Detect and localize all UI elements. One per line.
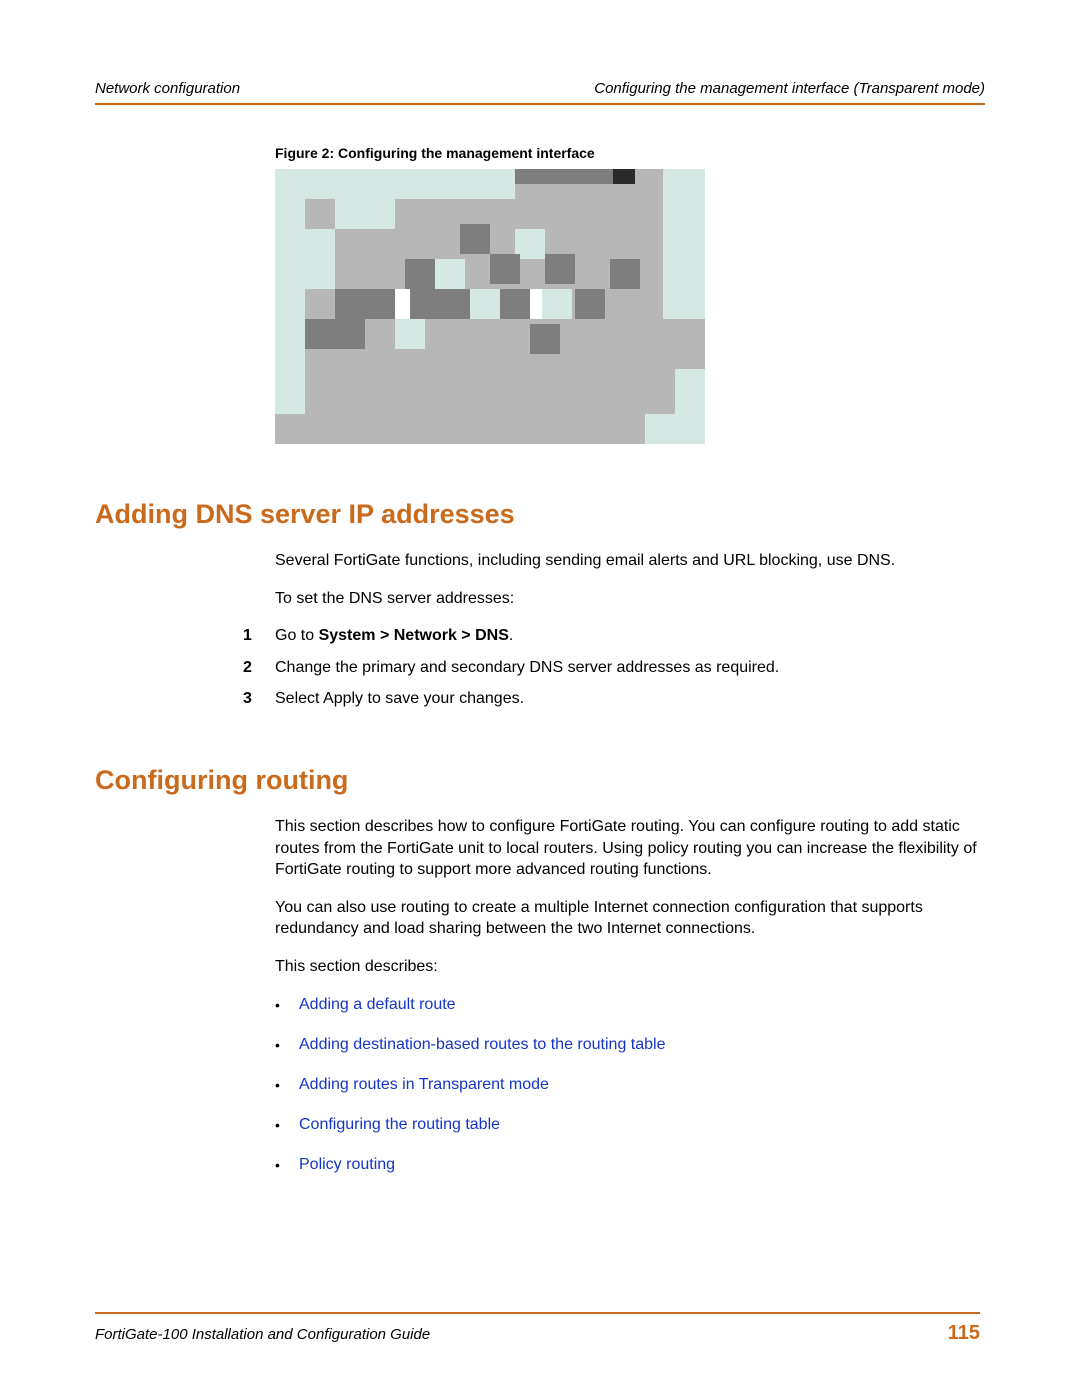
link-default-route[interactable]: Adding a default route — [299, 994, 456, 1016]
routing-p3: This section describes: — [275, 956, 985, 978]
bullet-icon: • — [275, 994, 299, 1016]
step-text: Select Apply to save your changes. — [275, 688, 985, 710]
header-left: Network configuration — [95, 80, 240, 97]
routing-links: • Adding a default route • Adding destin… — [275, 994, 985, 1176]
bullet-icon: • — [275, 1074, 299, 1096]
link-policy-routing[interactable]: Policy routing — [299, 1154, 395, 1176]
link-routing-table[interactable]: Configuring the routing table — [299, 1114, 500, 1136]
link-transparent-routes[interactable]: Adding routes in Transparent mode — [299, 1074, 549, 1096]
step-2: 2 Change the primary and secondary DNS s… — [275, 657, 985, 679]
routing-p1: This section describes how to configure … — [275, 816, 985, 881]
figure-caption: Figure 2: Configuring the management int… — [275, 145, 985, 161]
list-item: • Adding destination-based routes to the… — [275, 1034, 985, 1056]
content: Figure 2: Configuring the management int… — [95, 105, 985, 1176]
step-post: . — [509, 627, 513, 644]
step-text: Go to System > Network > DNS. — [275, 625, 985, 647]
figure-image — [275, 169, 705, 444]
heading-routing: Configuring routing — [95, 765, 985, 796]
list-item: • Policy routing — [275, 1154, 985, 1176]
bullet-icon: • — [275, 1114, 299, 1136]
page-header: Network configuration Configuring the ma… — [95, 80, 985, 105]
step-number: 1 — [243, 625, 275, 647]
page-footer: FortiGate-100 Installation and Configura… — [95, 1312, 980, 1345]
step-number: 2 — [243, 657, 275, 679]
routing-body: This section describes how to configure … — [275, 816, 985, 1176]
list-item: • Adding a default route — [275, 994, 985, 1016]
header-right: Configuring the management interface (Tr… — [594, 80, 985, 97]
page-number: 115 — [948, 1322, 980, 1345]
step-text: Change the primary and secondary DNS ser… — [275, 657, 985, 679]
bullet-icon: • — [275, 1034, 299, 1056]
figure-block: Figure 2: Configuring the management int… — [275, 145, 985, 444]
heading-dns: Adding DNS server IP addresses — [95, 499, 985, 530]
link-destination-routes[interactable]: Adding destination-based routes to the r… — [299, 1034, 665, 1056]
step-pre: Go to — [275, 627, 319, 644]
dns-body: Several FortiGate functions, including s… — [275, 550, 985, 710]
page: Network configuration Configuring the ma… — [0, 0, 1080, 1397]
list-item: • Adding routes in Transparent mode — [275, 1074, 985, 1096]
dns-lead: To set the DNS server addresses: — [275, 588, 985, 610]
dns-steps: 1 Go to System > Network > DNS. 2 Change… — [275, 625, 985, 710]
bullet-icon: • — [275, 1154, 299, 1176]
footer-title: FortiGate-100 Installation and Configura… — [95, 1326, 430, 1343]
dns-intro: Several FortiGate functions, including s… — [275, 550, 985, 572]
step-number: 3 — [243, 688, 275, 710]
routing-p2: You can also use routing to create a mul… — [275, 897, 985, 940]
step-3: 3 Select Apply to save your changes. — [275, 688, 985, 710]
step-1: 1 Go to System > Network > DNS. — [275, 625, 985, 647]
list-item: • Configuring the routing table — [275, 1114, 985, 1136]
step-bold: System > Network > DNS — [319, 627, 509, 644]
